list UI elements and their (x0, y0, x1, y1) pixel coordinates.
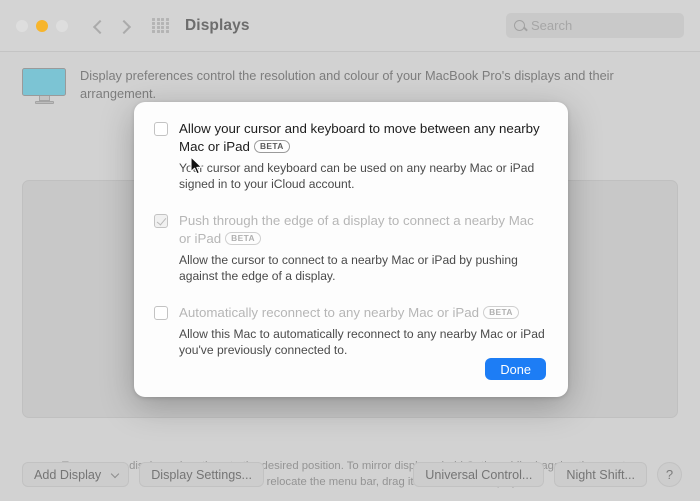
option-description: Allow this Mac to automatically reconnec… (179, 326, 546, 358)
option-row-auto-reconnect: Automatically reconnect to any nearby Ma… (154, 304, 546, 358)
checkbox-push-through (154, 214, 168, 228)
option-row-allow-cursor[interactable]: Allow your cursor and keyboard to move b… (154, 120, 546, 192)
chevron-right-icon[interactable] (118, 18, 134, 34)
show-all-grid-icon[interactable] (152, 18, 169, 33)
minimize-window-button[interactable] (36, 20, 48, 32)
search-icon (514, 20, 525, 31)
monitor-screen (22, 68, 66, 96)
search-field[interactable] (506, 13, 684, 38)
beta-badge: BETA (254, 140, 290, 153)
universal-control-button[interactable]: Universal Control... (413, 462, 544, 487)
header-row: Display preferences control the resoluti… (22, 52, 678, 104)
chevron-down-icon (111, 470, 120, 479)
search-input[interactable] (531, 18, 676, 33)
beta-badge: BETA (483, 306, 519, 319)
navigation-buttons (90, 18, 134, 34)
maximize-window-button[interactable] (56, 20, 68, 32)
add-display-label: Add Display (34, 468, 101, 482)
option-label: Automatically reconnect to any nearby Ma… (179, 304, 546, 322)
option-description: Allow the cursor to connect to a nearby … (179, 252, 546, 284)
option-body: Push through the edge of a display to co… (179, 212, 546, 284)
option-body: Automatically reconnect to any nearby Ma… (179, 304, 546, 358)
close-window-button[interactable] (16, 20, 28, 32)
add-display-button[interactable]: Add Display (22, 462, 129, 487)
monitor-base (35, 101, 54, 104)
chevron-left-icon[interactable] (90, 18, 106, 34)
displays-description: Display preferences control the resoluti… (80, 66, 678, 103)
display-settings-button[interactable]: Display Settings... (139, 462, 264, 487)
monitor-icon (22, 66, 66, 104)
option-label: Push through the edge of a display to co… (179, 212, 546, 248)
window-toolbar: Displays (0, 0, 700, 52)
option-label-text: Allow your cursor and keyboard to move b… (179, 121, 540, 154)
option-body: Allow your cursor and keyboard to move b… (179, 120, 546, 192)
checkbox-allow-cursor[interactable] (154, 122, 168, 136)
done-button[interactable]: Done (485, 358, 546, 380)
universal-control-dialog: Allow your cursor and keyboard to move b… (134, 102, 568, 397)
night-shift-button[interactable]: Night Shift... (554, 462, 647, 487)
help-button[interactable]: ? (657, 462, 682, 487)
page-title: Displays (185, 17, 250, 35)
bottom-button-bar: Add Display Display Settings... Universa… (22, 462, 682, 487)
option-row-push-through: Push through the edge of a display to co… (154, 212, 546, 284)
option-label-text: Automatically reconnect to any nearby Ma… (179, 305, 479, 320)
option-description: Your cursor and keyboard can be used on … (179, 160, 546, 192)
traffic-light-group (16, 20, 68, 32)
dialog-footer: Done (485, 358, 546, 380)
beta-badge: BETA (225, 232, 261, 245)
option-label: Allow your cursor and keyboard to move b… (179, 120, 546, 156)
checkbox-auto-reconnect (154, 306, 168, 320)
